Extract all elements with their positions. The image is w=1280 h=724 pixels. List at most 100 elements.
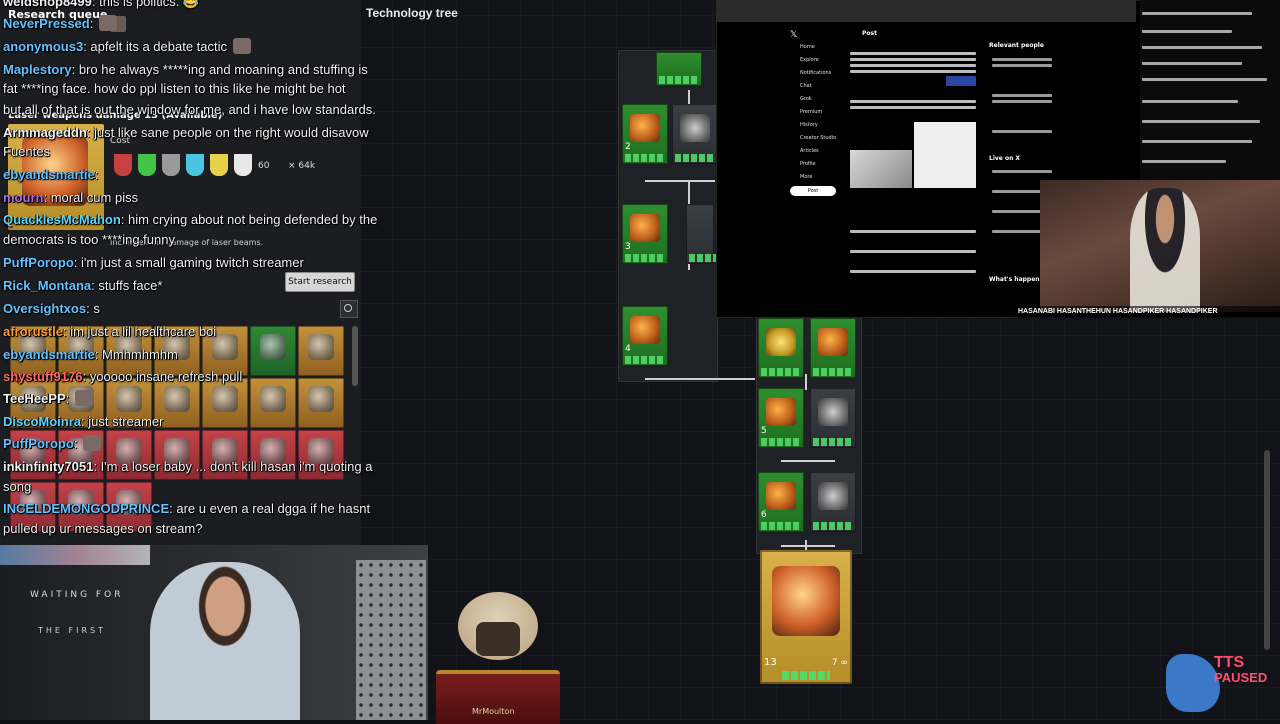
chat-text: yooooo insane refresh pull [89, 369, 243, 384]
twitter-nav-home[interactable]: Home [800, 44, 815, 50]
chat-username: NeverPressed [3, 16, 90, 31]
twitter-nav-articles[interactable]: Articles [800, 148, 819, 154]
chat-message-continued: song [3, 479, 32, 494]
tech-card[interactable]: 6 [758, 472, 804, 532]
tech-card[interactable] [758, 318, 804, 378]
streamer-figure [1130, 188, 1200, 312]
chat-message: shystuff9176: yooooo insane refresh pull [3, 369, 243, 384]
chat-message: Maplestory: bro he always *****ing and m… [3, 62, 368, 77]
chat-username: weldshop8499 [3, 0, 92, 9]
side-text-line [992, 100, 1052, 103]
chat-username: PuffPoropo [3, 255, 74, 270]
twitter-nav-explore[interactable]: Explore [800, 57, 819, 63]
side-text-line [992, 170, 1052, 173]
tech-card[interactable] [686, 204, 729, 264]
side-text-line [992, 64, 1052, 67]
twitter-nav-history[interactable]: History [800, 122, 818, 128]
explosive-icon [818, 328, 848, 356]
chat-line [1142, 46, 1262, 49]
tech-connector [781, 460, 835, 462]
tech-card[interactable]: 2 [622, 104, 668, 164]
tech-card[interactable] [810, 388, 856, 448]
science-pack-row [659, 76, 699, 84]
emote-icon [232, 38, 251, 54]
chat-username: Rick_Montana [3, 278, 92, 293]
scrollbar[interactable] [1264, 450, 1270, 650]
tech-card[interactable] [656, 52, 702, 86]
chat-username: DiscoMoinra [3, 414, 82, 429]
science-pack-row [761, 438, 801, 446]
twitter-page-title: Post [862, 30, 877, 37]
tweet-text-line [850, 64, 976, 67]
twitter-nav-chat[interactable]: Chat [800, 83, 812, 89]
chat-text: Mmhmhmhm [102, 347, 178, 362]
chat-message: ebyandsmartie: [3, 167, 99, 182]
science-pack-row [761, 522, 801, 530]
capsule-icon [818, 398, 848, 426]
selected-tech-card[interactable]: 13 7 ∞ [760, 550, 852, 684]
chat-username: INCELDEMONGODPRINCE [3, 501, 170, 516]
potion-flask-icon [766, 328, 796, 356]
webcam-sign-line: THE FIRST [38, 626, 106, 635]
chat-message: DiscoMoinra: just streamer [3, 414, 164, 429]
chat-username: Oversightxos [3, 301, 87, 316]
chat-text: moral cum piss [50, 190, 139, 205]
twitter-sidebar: Home Explore Notifications Chat Grok Pre… [786, 26, 846, 206]
laser-turret-icon [630, 114, 660, 142]
chat-text: i'm just a small gaming twitch streamer [81, 255, 304, 270]
chat-message: ebyandsmartie: Mmhmhmhm [3, 347, 178, 362]
chat-username: TeeHeePP [3, 391, 66, 406]
chat-text: him crying about not being defended by t… [128, 212, 378, 227]
tweet-image[interactable] [914, 122, 976, 188]
tech-level: 2 [625, 142, 631, 152]
browser-toolbar[interactable] [716, 0, 1136, 22]
chat-text: I'm a loser baby ... don't kill hasan i'… [100, 459, 373, 474]
tech-card[interactable] [810, 472, 856, 532]
twitter-nav-more[interactable]: More [800, 174, 812, 180]
flask-icon [818, 482, 848, 510]
laser-turret-icon [630, 316, 660, 344]
tech-connector [805, 374, 807, 390]
science-pack-row [813, 438, 853, 446]
chat-text: are u even a real dgga if he hasnt [176, 501, 371, 516]
chat-message: mourn: moral cum piss [3, 190, 139, 205]
twitter-nav-notifications[interactable]: Notifications [800, 70, 831, 76]
side-text-line [992, 130, 1052, 133]
twitter-nav-premium[interactable]: Premium [800, 109, 822, 115]
avatar-face [476, 622, 520, 656]
science-pack-row [813, 368, 853, 376]
tech-card[interactable]: 5 [758, 388, 804, 448]
gear-icon [680, 114, 710, 142]
chat-username: ebyandsmartie [3, 167, 95, 182]
tech-card[interactable]: 4 [622, 306, 668, 366]
chat-message: NeverPressed: [3, 14, 119, 33]
chat-message-continued: Fuentes [3, 144, 50, 159]
laser-turret-icon [766, 398, 796, 426]
tech-level: 3 [625, 242, 631, 252]
tech-connector [645, 378, 755, 380]
chat-message: weldshop8499: this is politics. 😂 [3, 0, 199, 11]
tech-card[interactable]: 3 [622, 204, 668, 264]
chat-username: inkinfinity7051 [3, 459, 94, 474]
chat-line [1142, 120, 1260, 123]
chat-line [1142, 62, 1242, 65]
tech-level: 6 [761, 510, 767, 520]
chat-overlay: weldshop8499: this is politics. 😂 NeverP… [0, 0, 430, 545]
chat-username: ebyandsmartie [3, 347, 95, 362]
post-button[interactable]: Post [790, 186, 836, 196]
tech-card[interactable] [810, 318, 856, 378]
twitter-nav-creator-studio[interactable]: Creator Studio [800, 135, 836, 141]
twitter-nav-profile[interactable]: Profile [800, 161, 816, 167]
twitter-nav-grok[interactable]: Grok [800, 96, 812, 102]
tech-card[interactable] [672, 104, 718, 164]
chat-line [1142, 12, 1252, 15]
science-pack-row [625, 154, 665, 162]
tech-connector [688, 90, 690, 104]
chat-line [1142, 100, 1238, 103]
chat-text: im just a lil healthcare boi [70, 324, 217, 339]
chat-text: stuffs face* [98, 278, 163, 293]
chat-message: Armmageddn: just like sane people on the… [3, 125, 369, 140]
chat-line [1142, 30, 1232, 33]
chat-message-continued: but all of that is out the window for me… [3, 102, 376, 117]
tweet-image[interactable] [850, 150, 912, 188]
